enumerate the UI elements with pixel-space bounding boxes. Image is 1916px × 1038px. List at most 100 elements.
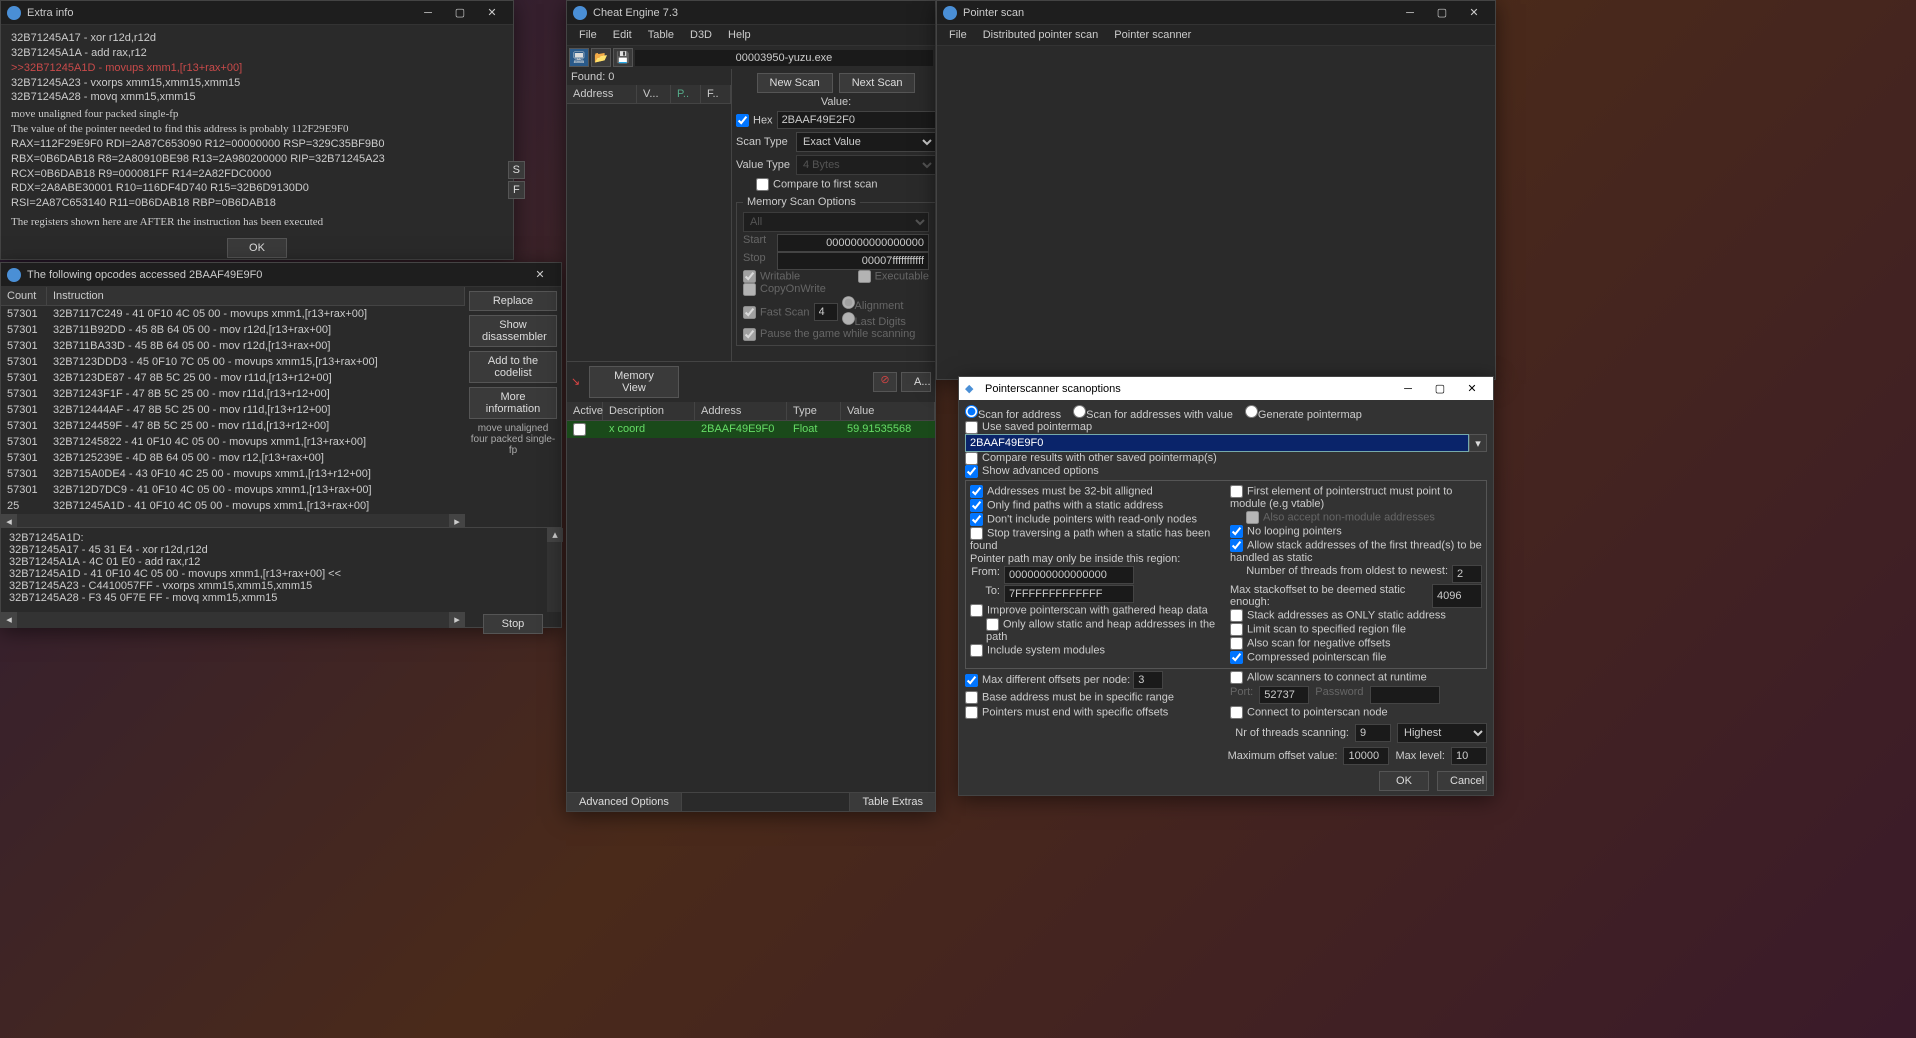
- allow-runtime-checkbox[interactable]: [1230, 671, 1243, 684]
- maxoff-input[interactable]: [1343, 747, 1389, 765]
- scroll-up-icon[interactable]: ▴: [547, 528, 563, 542]
- compare-saved-checkbox[interactable]: [965, 452, 978, 465]
- save-icon[interactable]: 💾: [613, 48, 633, 67]
- more-info-button[interactable]: More information: [469, 387, 557, 419]
- scan-results-list[interactable]: [567, 104, 731, 354]
- col-description[interactable]: Description: [603, 402, 695, 420]
- arrow-down-icon[interactable]: ↘: [571, 375, 585, 389]
- col-address[interactable]: Address: [567, 85, 637, 103]
- value-input[interactable]: [777, 111, 936, 129]
- replace-button[interactable]: Replace: [469, 291, 557, 311]
- menu-table[interactable]: Table: [640, 27, 682, 43]
- maxdiff-input[interactable]: [1133, 671, 1163, 689]
- col-address[interactable]: Address: [695, 402, 787, 420]
- start-input[interactable]: [777, 234, 929, 252]
- cheat-entry-row[interactable]: x coord 2BAAF49E9F0 Float 59.91535568: [567, 421, 935, 438]
- ok-button[interactable]: OK: [1379, 771, 1429, 791]
- next-scan-button[interactable]: Next Scan: [839, 73, 916, 93]
- table-extras-button[interactable]: Table Extras: [849, 793, 935, 811]
- fastscan-value[interactable]: [814, 303, 838, 321]
- stack-button-s[interactable]: S: [508, 161, 525, 179]
- stop-static-checkbox[interactable]: [970, 527, 983, 540]
- nrthreads-input[interactable]: [1355, 724, 1391, 742]
- advanced-options-button[interactable]: Advanced Options: [567, 793, 682, 811]
- ok-button[interactable]: OK: [227, 238, 287, 258]
- scrollbar-v[interactable]: ▴: [547, 528, 561, 612]
- alignment-radio[interactable]: [842, 296, 855, 309]
- scan-address-radio[interactable]: [965, 405, 978, 418]
- limit-region-checkbox[interactable]: [1230, 623, 1243, 636]
- add-address-button[interactable]: A...: [901, 372, 931, 392]
- cancel-button[interactable]: Cancel: [1437, 771, 1487, 791]
- heap-checkbox[interactable]: [970, 604, 983, 617]
- col-type[interactable]: Type: [787, 402, 841, 420]
- static-only-checkbox[interactable]: [970, 499, 983, 512]
- close-button[interactable]: ✕: [525, 265, 555, 285]
- col-count[interactable]: Count: [1, 287, 47, 305]
- memopt-range-select[interactable]: All: [743, 212, 929, 232]
- from-input[interactable]: [1004, 566, 1134, 584]
- memory-view-button[interactable]: Memory View: [589, 366, 679, 398]
- compare-first-checkbox[interactable]: [756, 178, 769, 191]
- base-range-checkbox[interactable]: [965, 691, 978, 704]
- only-heap-checkbox[interactable]: [986, 618, 999, 631]
- compressed-checkbox[interactable]: [1230, 651, 1243, 664]
- neg-offsets-checkbox[interactable]: [1230, 637, 1243, 650]
- close-button[interactable]: ✕: [477, 3, 507, 23]
- port-input[interactable]: [1259, 686, 1309, 704]
- hex-checkbox[interactable]: [736, 114, 749, 127]
- scroll-right-icon[interactable]: ▸: [449, 612, 465, 628]
- no-readonly-checkbox[interactable]: [970, 513, 983, 526]
- cow-checkbox[interactable]: [743, 283, 756, 296]
- password-input[interactable]: [1370, 686, 1440, 704]
- allow-stack-checkbox[interactable]: [1230, 539, 1243, 552]
- gen-map-radio[interactable]: [1245, 405, 1258, 418]
- vtable-checkbox[interactable]: [1230, 485, 1243, 498]
- show-advanced-checkbox[interactable]: [965, 465, 978, 478]
- menu-file[interactable]: File: [941, 27, 975, 43]
- col-instruction[interactable]: Instruction: [47, 287, 465, 305]
- executable-checkbox[interactable]: [858, 270, 871, 283]
- minimize-button[interactable]: ─: [1395, 3, 1425, 23]
- nolooping-checkbox[interactable]: [1230, 525, 1243, 538]
- use-saved-checkbox[interactable]: [965, 421, 978, 434]
- add-codelist-button[interactable]: Add to the codelist: [469, 351, 557, 383]
- new-scan-button[interactable]: New Scan: [757, 73, 833, 93]
- show-disassembler-button[interactable]: Show disassembler: [469, 315, 557, 347]
- menu-scanner[interactable]: Pointer scanner: [1106, 27, 1199, 43]
- stack-button-f[interactable]: F: [508, 181, 525, 199]
- col-value[interactable]: Value: [841, 402, 935, 420]
- col-first[interactable]: F..: [701, 85, 731, 103]
- nonmodule-checkbox[interactable]: [1246, 511, 1259, 524]
- scan-type-select[interactable]: Exact Value: [796, 132, 936, 152]
- menu-d3d[interactable]: D3D: [682, 27, 720, 43]
- aligned-checkbox[interactable]: [970, 485, 983, 498]
- menu-edit[interactable]: Edit: [605, 27, 640, 43]
- to-input[interactable]: [1004, 585, 1134, 603]
- sysmod-checkbox[interactable]: [970, 644, 983, 657]
- maximize-button[interactable]: ▢: [1425, 379, 1455, 399]
- fastscan-checkbox[interactable]: [743, 306, 756, 319]
- address-dropdown-button[interactable]: ▾: [1469, 434, 1487, 452]
- opcode-list[interactable]: 5730132B7117C249 - 41 0F10 4C 05 00 - mo…: [1, 306, 465, 514]
- stackoff-input[interactable]: [1432, 584, 1482, 608]
- scroll-right-icon[interactable]: ▸: [449, 514, 465, 527]
- scroll-left-icon[interactable]: ◂: [1, 514, 17, 527]
- col-value[interactable]: V...: [637, 85, 671, 103]
- close-button[interactable]: ✕: [1457, 379, 1487, 399]
- maximize-button[interactable]: ▢: [445, 3, 475, 23]
- open-file-icon[interactable]: 📂: [591, 48, 611, 67]
- maxlvl-input[interactable]: [1451, 747, 1487, 765]
- lastdigits-radio[interactable]: [842, 312, 855, 325]
- col-active[interactable]: Active: [567, 402, 603, 420]
- menu-dist[interactable]: Distributed pointer scan: [975, 27, 1107, 43]
- menu-file[interactable]: File: [571, 27, 605, 43]
- close-button[interactable]: ✕: [1459, 3, 1489, 23]
- scrollbar-h[interactable]: ◂ ▸: [1, 514, 465, 527]
- col-prev[interactable]: P..: [671, 85, 701, 103]
- stop-button[interactable]: Stop: [483, 614, 543, 634]
- priority-select[interactable]: Highest: [1397, 723, 1487, 743]
- connect-node-checkbox[interactable]: [1230, 706, 1243, 719]
- value-type-select[interactable]: 4 Bytes: [796, 155, 936, 175]
- menu-help[interactable]: Help: [720, 27, 759, 43]
